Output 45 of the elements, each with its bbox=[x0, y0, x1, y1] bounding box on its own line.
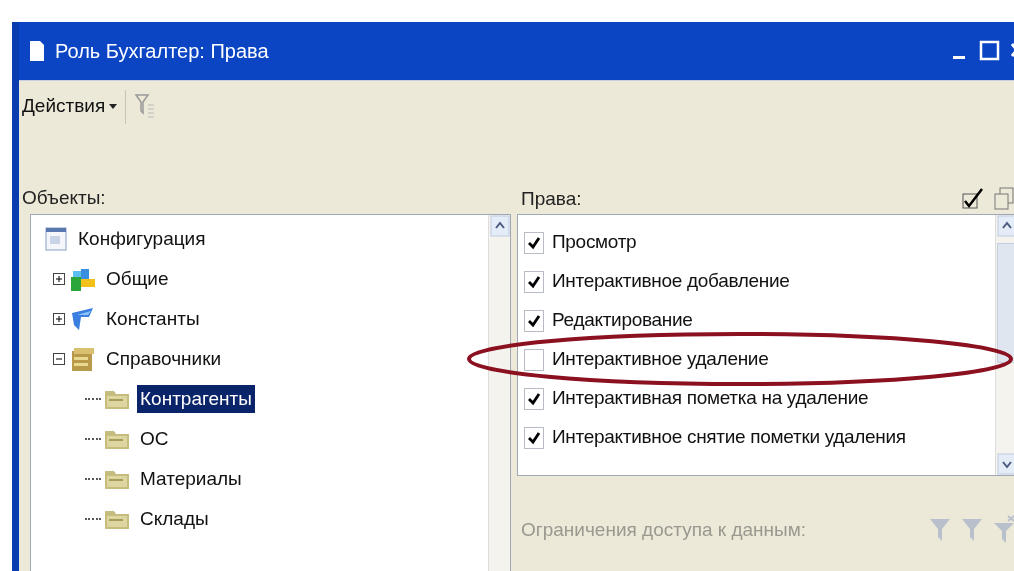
restrictions-label: Ограничения доступа к данным: bbox=[521, 517, 807, 542]
checkbox[interactable] bbox=[524, 387, 544, 410]
right-label: Просмотр bbox=[552, 230, 637, 255]
document-icon bbox=[29, 40, 45, 62]
checkbox[interactable] bbox=[524, 270, 544, 293]
tree-item[interactable]: Общие bbox=[103, 265, 172, 293]
check-icon bbox=[527, 313, 541, 328]
scroll-up-icon[interactable] bbox=[996, 215, 1014, 237]
scroll-thumb[interactable] bbox=[997, 243, 1014, 363]
check-all-icon[interactable] bbox=[960, 186, 984, 212]
tree-item[interactable]: Справочники bbox=[103, 345, 225, 373]
checkbox[interactable] bbox=[524, 348, 544, 371]
check-icon bbox=[527, 235, 541, 250]
document-icon bbox=[43, 226, 69, 252]
checkbox[interactable] bbox=[524, 426, 544, 449]
check-icon bbox=[527, 391, 541, 406]
right-label: Интерактивное добавление bbox=[552, 269, 790, 294]
check-icon bbox=[527, 430, 541, 445]
tree-item[interactable]: Склады bbox=[137, 505, 212, 533]
window-title: Роль Бухгалтер: Права bbox=[55, 39, 269, 64]
checkbox[interactable] bbox=[524, 231, 544, 254]
rights-label: Права: bbox=[521, 186, 582, 211]
objects-label: Объекты: bbox=[21, 186, 107, 210]
books-icon bbox=[69, 345, 97, 373]
actions-menu-button[interactable]: Действия bbox=[22, 92, 118, 121]
caret-icon bbox=[109, 103, 118, 110]
tree-item[interactable]: Контрагенты bbox=[137, 385, 255, 413]
tree-item[interactable]: Материалы bbox=[137, 465, 245, 493]
check-icon bbox=[527, 274, 541, 289]
expand-icon[interactable] bbox=[53, 313, 65, 325]
checkbox[interactable] bbox=[524, 309, 544, 332]
scrollbar[interactable] bbox=[488, 215, 510, 571]
tree-item[interactable]: ОС bbox=[137, 425, 172, 453]
right-label: Интерактивное снятие пометки удаления bbox=[552, 425, 906, 450]
scroll-up-icon[interactable] bbox=[489, 215, 510, 237]
expand-icon[interactable] bbox=[53, 273, 65, 285]
right-label: Интерактивное удаление bbox=[552, 347, 769, 372]
right-label: Редактирование bbox=[552, 308, 693, 333]
right-label: Интерактивная пометка на удаление bbox=[552, 386, 869, 411]
scrollbar[interactable] bbox=[995, 215, 1014, 475]
scroll-down-icon[interactable] bbox=[996, 453, 1014, 475]
collapse-icon[interactable] bbox=[53, 353, 65, 365]
tree-item[interactable]: Конфигурация bbox=[75, 225, 209, 253]
maximize-icon[interactable] bbox=[978, 39, 1002, 63]
tree-item[interactable]: Константы bbox=[103, 305, 203, 333]
